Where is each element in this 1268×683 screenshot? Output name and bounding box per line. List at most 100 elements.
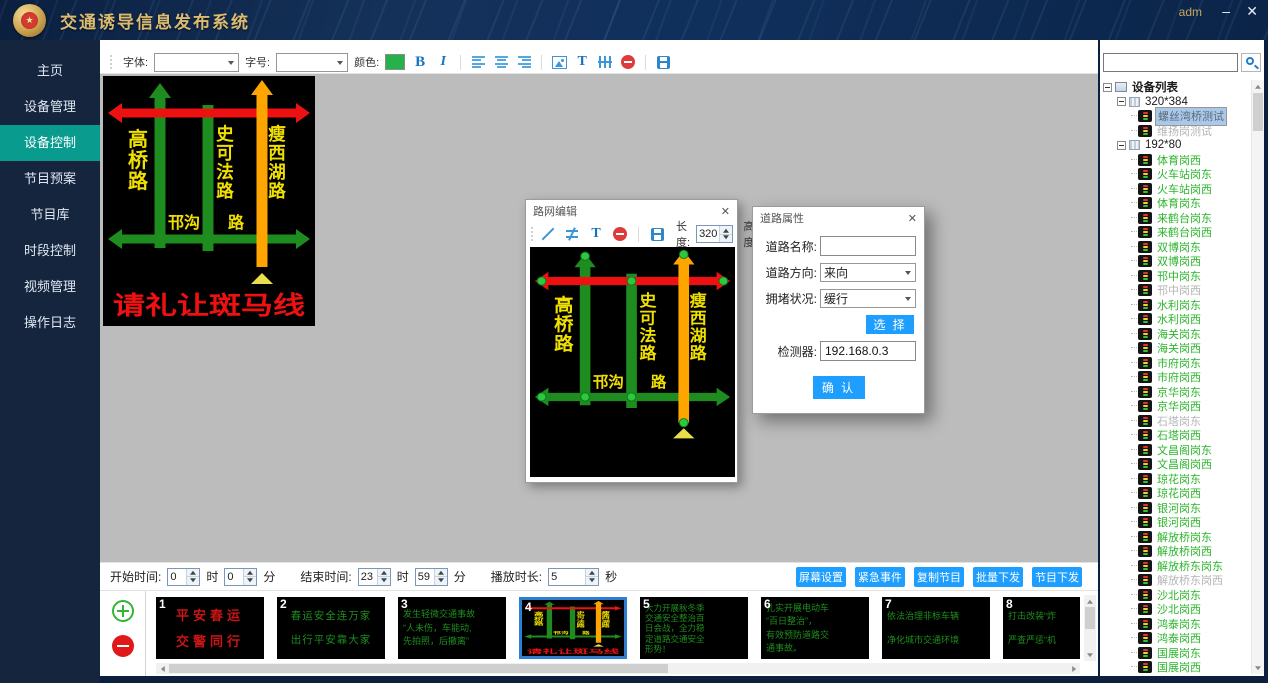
- tree-group-192*80[interactable]: 192*80: [1103, 138, 1249, 153]
- spinner-up-icon[interactable]: [586, 569, 598, 578]
- road-tool-button[interactable]: [563, 225, 581, 243]
- road-node-handle[interactable]: [627, 393, 636, 401]
- start-minute-spinner[interactable]: 0: [224, 568, 257, 586]
- horizontal-scrollbar[interactable]: [156, 663, 1080, 674]
- close-icon[interactable]: ✕: [721, 205, 730, 218]
- spinner-up-icon[interactable]: [435, 569, 447, 578]
- copy-program-button[interactable]: 复制节目: [914, 567, 964, 587]
- road-node-handle[interactable]: [581, 252, 590, 260]
- program-thumbnail-6[interactable]: 6扎实开展电动车“百日整治”，有效预防道路交通事故。: [761, 597, 869, 659]
- end-minute-spinner[interactable]: 59: [415, 568, 448, 586]
- text-tool-button[interactable]: T: [587, 225, 605, 243]
- sidebar-item-video-management[interactable]: 视频管理: [0, 269, 100, 305]
- road-node-handle[interactable]: [537, 393, 546, 401]
- bold-button[interactable]: B: [411, 53, 429, 71]
- scroll-left-icon[interactable]: [156, 663, 167, 674]
- collapse-icon[interactable]: [1117, 97, 1126, 106]
- save-button[interactable]: [648, 225, 666, 243]
- scrollbar-thumb[interactable]: [1253, 93, 1263, 131]
- crosswalk-button[interactable]: [596, 53, 614, 71]
- program-thumbnail-4[interactable]: 4高桥路史可法路瘦西湖路邗沟路请礼让斑马线: [519, 597, 627, 659]
- device-item[interactable]: 石塔岗西: [1103, 428, 1249, 443]
- font-select[interactable]: [154, 53, 239, 72]
- program-thumbnail-3[interactable]: 3发生轻微交通事故“人未伤，车能动,先拍照，后撤离”: [398, 597, 506, 659]
- vertical-scrollbar[interactable]: [1084, 595, 1096, 661]
- spinner-down-icon[interactable]: [586, 577, 598, 585]
- scroll-up-icon[interactable]: [1253, 80, 1264, 91]
- scroll-up-icon[interactable]: [1085, 595, 1096, 606]
- batch-send-button[interactable]: 批量下发: [973, 567, 1023, 587]
- device-item[interactable]: 市府岗东: [1103, 356, 1249, 371]
- device-item[interactable]: 维扬岗测试: [1103, 124, 1249, 139]
- program-thumbnail-1[interactable]: 1平安春运交警同行: [156, 597, 264, 659]
- minimize-button[interactable]: –: [1222, 3, 1230, 19]
- device-item[interactable]: 沙北岗西: [1103, 602, 1249, 617]
- delete-button[interactable]: [619, 53, 637, 71]
- spinner-down-icon[interactable]: [378, 577, 390, 585]
- device-item[interactable]: 京华岗西: [1103, 399, 1249, 414]
- emergency-event-button[interactable]: 紧急事件: [855, 567, 905, 587]
- device-item[interactable]: 体育岗东: [1103, 196, 1249, 211]
- program-thumbnail-2[interactable]: 2春运安全连万家出行平安靠大家: [277, 597, 385, 659]
- device-item[interactable]: 邗中岗东: [1103, 269, 1249, 284]
- device-item[interactable]: 国展岗东: [1103, 646, 1249, 661]
- road-node-handle[interactable]: [581, 393, 590, 401]
- sidebar-item-device-control[interactable]: 设备控制: [0, 125, 100, 161]
- road-node-handle[interactable]: [719, 277, 728, 285]
- tree-root[interactable]: 设备列表: [1103, 80, 1249, 95]
- spinner-up-icon[interactable]: [187, 569, 199, 578]
- spinner-down-icon[interactable]: [244, 577, 256, 585]
- sidebar-item-program-library[interactable]: 节目库: [0, 197, 100, 233]
- select-detector-button[interactable]: 选 择: [866, 315, 914, 334]
- device-item[interactable]: 解放桥岗东: [1103, 530, 1249, 545]
- device-item[interactable]: 海关岗东: [1103, 327, 1249, 342]
- program-thumbnail-5[interactable]: 5大力开展秋冬季交通安全整治百日会战，全力稳定道路交通安全形势！: [640, 597, 748, 659]
- screen-settings-button[interactable]: 屏幕设置: [796, 567, 846, 587]
- align-center-button[interactable]: [492, 53, 510, 71]
- scrollbar-thumb[interactable]: [1085, 607, 1095, 629]
- text-tool-button[interactable]: T: [573, 53, 591, 71]
- device-item[interactable]: 银河岗西: [1103, 515, 1249, 530]
- align-left-button[interactable]: [469, 53, 487, 71]
- sidebar-item-program-plan[interactable]: 节目预案: [0, 161, 100, 197]
- start-hour-spinner[interactable]: 0: [167, 568, 200, 586]
- device-search-input[interactable]: [1103, 53, 1238, 72]
- road-direction-select[interactable]: 来向: [820, 263, 916, 282]
- congestion-select[interactable]: 缓行: [820, 289, 916, 308]
- spinner-up-icon[interactable]: [720, 226, 732, 235]
- program-thumbnail-8[interactable]: 8打击改装“炸严查严惩“机: [1003, 597, 1080, 659]
- end-hour-spinner[interactable]: 23: [358, 568, 391, 586]
- device-item[interactable]: 水利岗东: [1103, 298, 1249, 313]
- scroll-right-icon[interactable]: [1069, 663, 1080, 674]
- duration-spinner[interactable]: 5: [548, 568, 599, 586]
- search-button[interactable]: [1241, 53, 1261, 72]
- editor-canvas[interactable]: 高桥路史可法路瘦西湖路邗沟路: [530, 247, 735, 477]
- remove-program-icon[interactable]: [112, 635, 134, 657]
- device-item[interactable]: 双博岗西: [1103, 254, 1249, 269]
- spinner-up-icon[interactable]: [244, 569, 256, 578]
- device-item[interactable]: 来鹤台岗东: [1103, 211, 1249, 226]
- color-swatch[interactable]: [385, 54, 405, 70]
- save-button[interactable]: [654, 53, 672, 71]
- collapse-icon[interactable]: [1117, 141, 1126, 150]
- sidebar-item-home[interactable]: 主页: [0, 53, 100, 89]
- program-thumbnail-7[interactable]: 7依法治理非标车辆净化城市交通环境: [882, 597, 990, 659]
- sign-preview[interactable]: 高桥路史可法路瘦西湖路邗沟路请礼让斑马线: [103, 76, 315, 326]
- spinner-down-icon[interactable]: [720, 235, 732, 243]
- device-item[interactable]: 螺丝湾桥测试: [1103, 109, 1249, 124]
- device-item[interactable]: 邗中岗西: [1103, 283, 1249, 298]
- device-item[interactable]: 解放桥岗西: [1103, 544, 1249, 559]
- device-item[interactable]: 文昌阁岗东: [1103, 443, 1249, 458]
- close-icon[interactable]: ✕: [908, 212, 917, 225]
- device-item[interactable]: 鸿泰岗东: [1103, 617, 1249, 632]
- device-item[interactable]: 文昌阁岗西: [1103, 457, 1249, 472]
- device-item[interactable]: 解放桥东岗东: [1103, 559, 1249, 574]
- insert-image-button[interactable]: [550, 53, 568, 71]
- road-name-input[interactable]: [820, 236, 916, 256]
- device-item[interactable]: 琼花岗东: [1103, 472, 1249, 487]
- sidebar-item-operation-log[interactable]: 操作日志: [0, 305, 100, 341]
- spinner-down-icon[interactable]: [187, 577, 199, 585]
- device-item[interactable]: 来鹤台岗西: [1103, 225, 1249, 240]
- detector-input[interactable]: 192.168.0.3: [820, 341, 916, 361]
- device-item[interactable]: 解放桥东岗西: [1103, 573, 1249, 588]
